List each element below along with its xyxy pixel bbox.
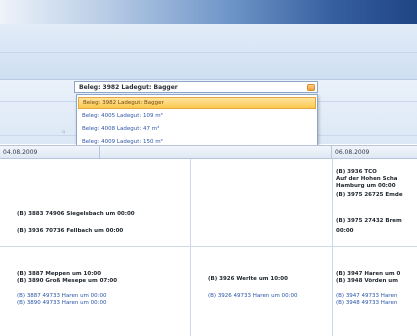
calendar-event[interactable]: (B) 3948 49733 Haren xyxy=(336,300,397,307)
dropdown-option[interactable]: Beleg: 3982 Ladegut: Bagger xyxy=(78,97,316,109)
calendar-event[interactable]: (B) 3883 74906 Siegelsbach um 00:00 xyxy=(17,211,135,218)
calendar-event[interactable]: (B) 3947 49733 Haren xyxy=(336,293,397,300)
calendar-event[interactable]: (B) 3948 Vörden um xyxy=(336,278,398,285)
date-header-cell[interactable]: 06.08.2009 xyxy=(332,146,417,160)
ribbon-divider xyxy=(0,52,417,53)
calendar-event[interactable]: (B) 3887 Meppen um 10:00 xyxy=(17,271,101,278)
calendar-event[interactable]: (B) 3936 TCO xyxy=(336,169,377,176)
dropdown-option[interactable]: Beleg: 4005 Ladegut: 109 m³ xyxy=(78,110,316,122)
window-titlebar xyxy=(0,0,417,24)
resize-grip-icon[interactable]: ▫ xyxy=(62,129,65,135)
date-header-cell-empty[interactable] xyxy=(100,146,332,160)
calendar-event[interactable]: (B) 3975 27432 Brem xyxy=(336,218,402,225)
calendar-event[interactable]: (B) 3975 26725 Emde xyxy=(336,192,403,199)
calendar-event-detail: Hamburg um 00:00 xyxy=(336,183,396,189)
calendar-event[interactable]: (B) 3947 Haren um 0 xyxy=(336,271,400,278)
calendar-event[interactable]: (B) 3890 49733 Haren um 00:00 xyxy=(17,300,107,307)
beleg-combobox[interactable]: Beleg: 3982 Ladegut: Bagger xyxy=(74,81,318,93)
date-header-cell[interactable]: 04.08.2009 xyxy=(0,146,100,160)
dropdown-option[interactable]: Beleg: 4008 Ladegut: 47 m³ xyxy=(78,123,316,135)
column-divider xyxy=(332,159,333,336)
dropdown-arrow-icon[interactable] xyxy=(307,84,315,91)
calendar-event[interactable]: (B) 3926 49733 Haren um 00:00 xyxy=(208,293,298,300)
calendar-event[interactable]: (B) 3887 49733 Haren um 00:00 xyxy=(17,293,107,300)
calendar-event-detail: 00:00 xyxy=(336,228,354,234)
calendar-date-header: 04.08.2009 06.08.2009 xyxy=(0,145,417,160)
calendar-event[interactable]: (B) 3890 Groß Mesepe um 07:00 xyxy=(17,278,117,285)
row-divider xyxy=(0,246,417,247)
combobox-value: Beleg: 3982 Ladegut: Bagger xyxy=(79,84,178,91)
column-divider xyxy=(190,159,191,336)
calendar-event[interactable]: (B) 3926 Werlte um 10:00 xyxy=(208,276,288,283)
ribbon-area xyxy=(0,24,417,80)
calendar-event-detail: Auf der Hohen Scha xyxy=(336,176,398,182)
calendar-grid: (B) 3883 74906 Siegelsbach um 00:00 (B) … xyxy=(0,159,417,336)
calendar-event[interactable]: (B) 3936 70736 Fellbach um 00:00 xyxy=(17,228,123,235)
